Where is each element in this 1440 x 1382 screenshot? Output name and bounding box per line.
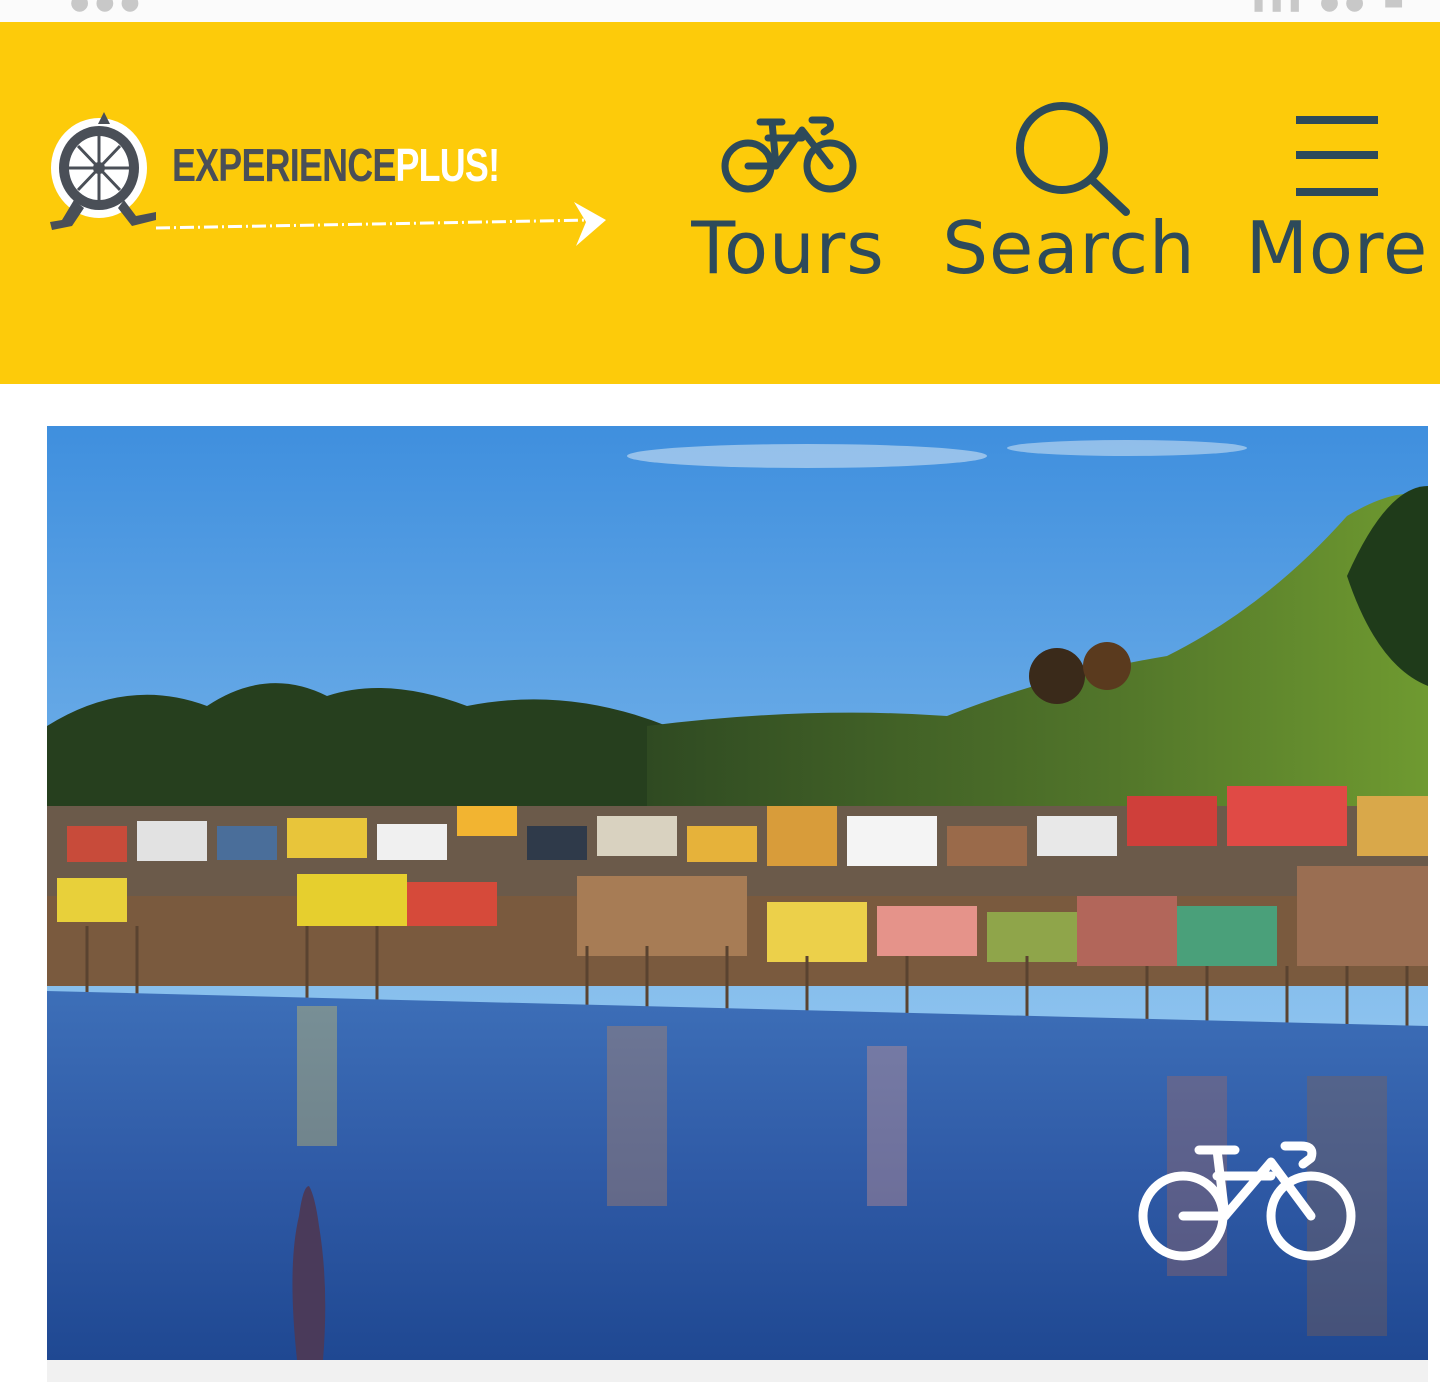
logo-text-plus: PLUS! — [395, 139, 500, 191]
experienceplus-logo[interactable]: EXPERIENCEPLUS! — [44, 108, 614, 258]
status-bar-right: ▮▮▮ ●● ▬ — [1252, 0, 1410, 15]
logo-text-experience: EXPERIENCE — [172, 139, 396, 191]
nav-tours-label: Tours — [691, 206, 885, 290]
status-bar: ●●● ▮▮▮ ●● ▬ — [0, 0, 1440, 22]
search-icon — [1016, 102, 1130, 216]
tour-card-footer — [47, 1360, 1428, 1382]
bicycle-icon — [1138, 1141, 1356, 1261]
nav-more-label: More — [1245, 206, 1429, 290]
bicycle-icon — [721, 116, 857, 193]
nav-tours-button[interactable]: Tours — [680, 22, 896, 384]
status-bar-left: ●●● — [70, 0, 146, 15]
logo-wordmark: EXPERIENCEPLUS! — [172, 138, 500, 192]
hero-tour-image[interactable] — [47, 426, 1428, 1360]
hamburger-menu-icon — [1296, 116, 1378, 196]
nav-search-button[interactable]: Search — [940, 22, 1198, 384]
nav-more-button[interactable]: More — [1244, 22, 1430, 384]
nav-search-label: Search — [942, 206, 1196, 290]
